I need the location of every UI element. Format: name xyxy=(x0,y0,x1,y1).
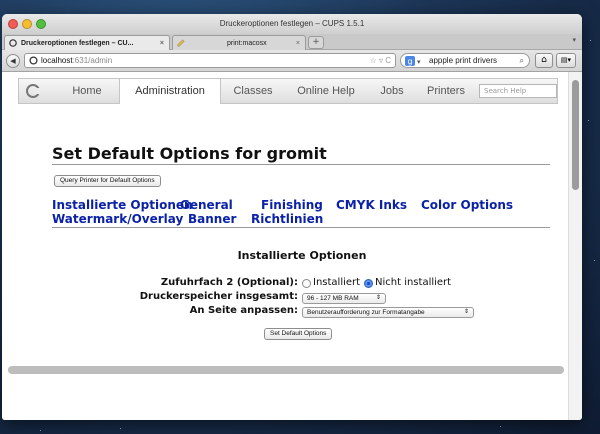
section-title: Installierte Optionen xyxy=(237,249,367,262)
link-watermark-overlay[interactable]: Watermark/Overlay xyxy=(52,212,183,226)
cups-nav-classes[interactable]: Classes xyxy=(223,79,283,104)
link-installierte-optionen[interactable]: Installierte Optionen xyxy=(52,198,193,212)
radio-installiert[interactable] xyxy=(302,279,311,288)
fit-to-page-select[interactable]: Benutzeraufforderung zur Formatangabe ⇕ xyxy=(302,307,474,318)
link-richtlinien[interactable]: Richtlinien xyxy=(251,212,323,226)
tab-bar: Druckeroptionen festlegen – CU... × prin… xyxy=(2,34,582,50)
link-general[interactable]: General xyxy=(180,198,233,212)
search-input[interactable]: appple print drivers xyxy=(429,56,497,65)
tray-label: Zufuhrfach 2 (Optional): xyxy=(160,277,298,288)
cups-nav-administration[interactable]: Administration xyxy=(119,79,221,104)
close-window-button[interactable] xyxy=(8,19,18,29)
page-title: Set Default Options for gromit xyxy=(52,144,327,163)
link-color-options[interactable]: Color Options xyxy=(421,198,513,212)
browser-window: Druckeroptionen festlegen – CUPS 1.5.1 D… xyxy=(2,14,582,420)
zoom-window-button[interactable] xyxy=(36,19,46,29)
horizontal-scrollbar[interactable] xyxy=(8,366,564,374)
vertical-scrollbar[interactable] xyxy=(568,72,582,420)
select-arrows-icon: ⇕ xyxy=(375,295,381,301)
url-host: localhost xyxy=(41,56,73,65)
link-banner[interactable]: Banner xyxy=(188,212,236,226)
cups-nav-online-help[interactable]: Online Help xyxy=(285,79,367,104)
cups-favicon-icon xyxy=(9,39,17,47)
minimize-window-button[interactable] xyxy=(22,19,32,29)
pencil-favicon-icon xyxy=(177,39,185,47)
google-search-engine-icon[interactable]: g ▾ xyxy=(405,56,425,66)
cups-navbar: Home Administration Classes Online Help … xyxy=(18,78,558,104)
search-icon[interactable]: ⌕ xyxy=(520,54,524,67)
back-button[interactable]: ◀ xyxy=(6,54,20,68)
tab-close-icon[interactable]: × xyxy=(296,36,300,51)
links-divider xyxy=(52,227,550,228)
select-arrows-icon: ⇕ xyxy=(463,309,469,315)
window-title: Druckeroptionen festlegen – CUPS 1.5.1 xyxy=(219,19,365,28)
svg-text:▾: ▾ xyxy=(417,59,421,66)
svg-text:g: g xyxy=(408,57,413,66)
tab-list-chevron-icon[interactable]: ▾ xyxy=(572,36,576,44)
radio-nicht-installiert[interactable] xyxy=(364,279,373,288)
memory-select[interactable]: 96 - 127 MB RAM ⇕ xyxy=(302,293,386,304)
new-tab-button[interactable]: + xyxy=(308,36,324,49)
title-divider xyxy=(52,164,550,165)
cups-nav-home[interactable]: Home xyxy=(57,79,117,104)
tab-druckeroptionen[interactable]: Druckeroptionen festlegen – CU... × xyxy=(4,35,170,50)
set-default-options-button[interactable]: Set Default Options xyxy=(264,328,333,340)
home-button[interactable]: ⌂ xyxy=(535,53,553,68)
radio-nicht-installiert-label: Nicht installiert xyxy=(375,277,452,288)
help-search-input[interactable]: Search Help xyxy=(479,84,557,98)
tab-print-macosx[interactable]: print:macosx × xyxy=(172,35,306,50)
title-bar: Druckeroptionen festlegen – CUPS 1.5.1 xyxy=(2,14,582,34)
link-finishing[interactable]: Finishing xyxy=(261,198,323,212)
cups-logo-icon[interactable] xyxy=(25,83,41,99)
url-path: :631/admin xyxy=(72,56,113,65)
fit-to-page-label: An Seite anpassen: xyxy=(189,305,298,316)
query-printer-button[interactable]: Query Printer for Default Options xyxy=(54,175,161,187)
navigation-toolbar: ◀ localhost:631/admin ☆ ▿ C g ▾ appple pr… xyxy=(2,50,582,72)
cups-nav-printers[interactable]: Printers xyxy=(417,79,475,104)
menu-button[interactable]: ▤▾ xyxy=(556,53,576,68)
tab-close-icon[interactable]: × xyxy=(160,36,164,51)
search-bar[interactable]: g ▾ appple print drivers ⌕ xyxy=(400,53,530,68)
memory-label: Druckerspeicher insgesamt: xyxy=(139,291,298,302)
radio-installiert-label: Installiert xyxy=(313,277,361,288)
url-bar[interactable]: localhost:631/admin ☆ ▿ C xyxy=(24,53,396,68)
link-cmyk-inks[interactable]: CMYK Inks xyxy=(336,198,407,212)
scrollbar-thumb[interactable] xyxy=(572,80,579,190)
cups-nav-jobs[interactable]: Jobs xyxy=(369,79,415,104)
cups-site-icon xyxy=(29,56,38,65)
bookmark-star-icon[interactable]: ☆ ▿ C xyxy=(370,54,391,67)
